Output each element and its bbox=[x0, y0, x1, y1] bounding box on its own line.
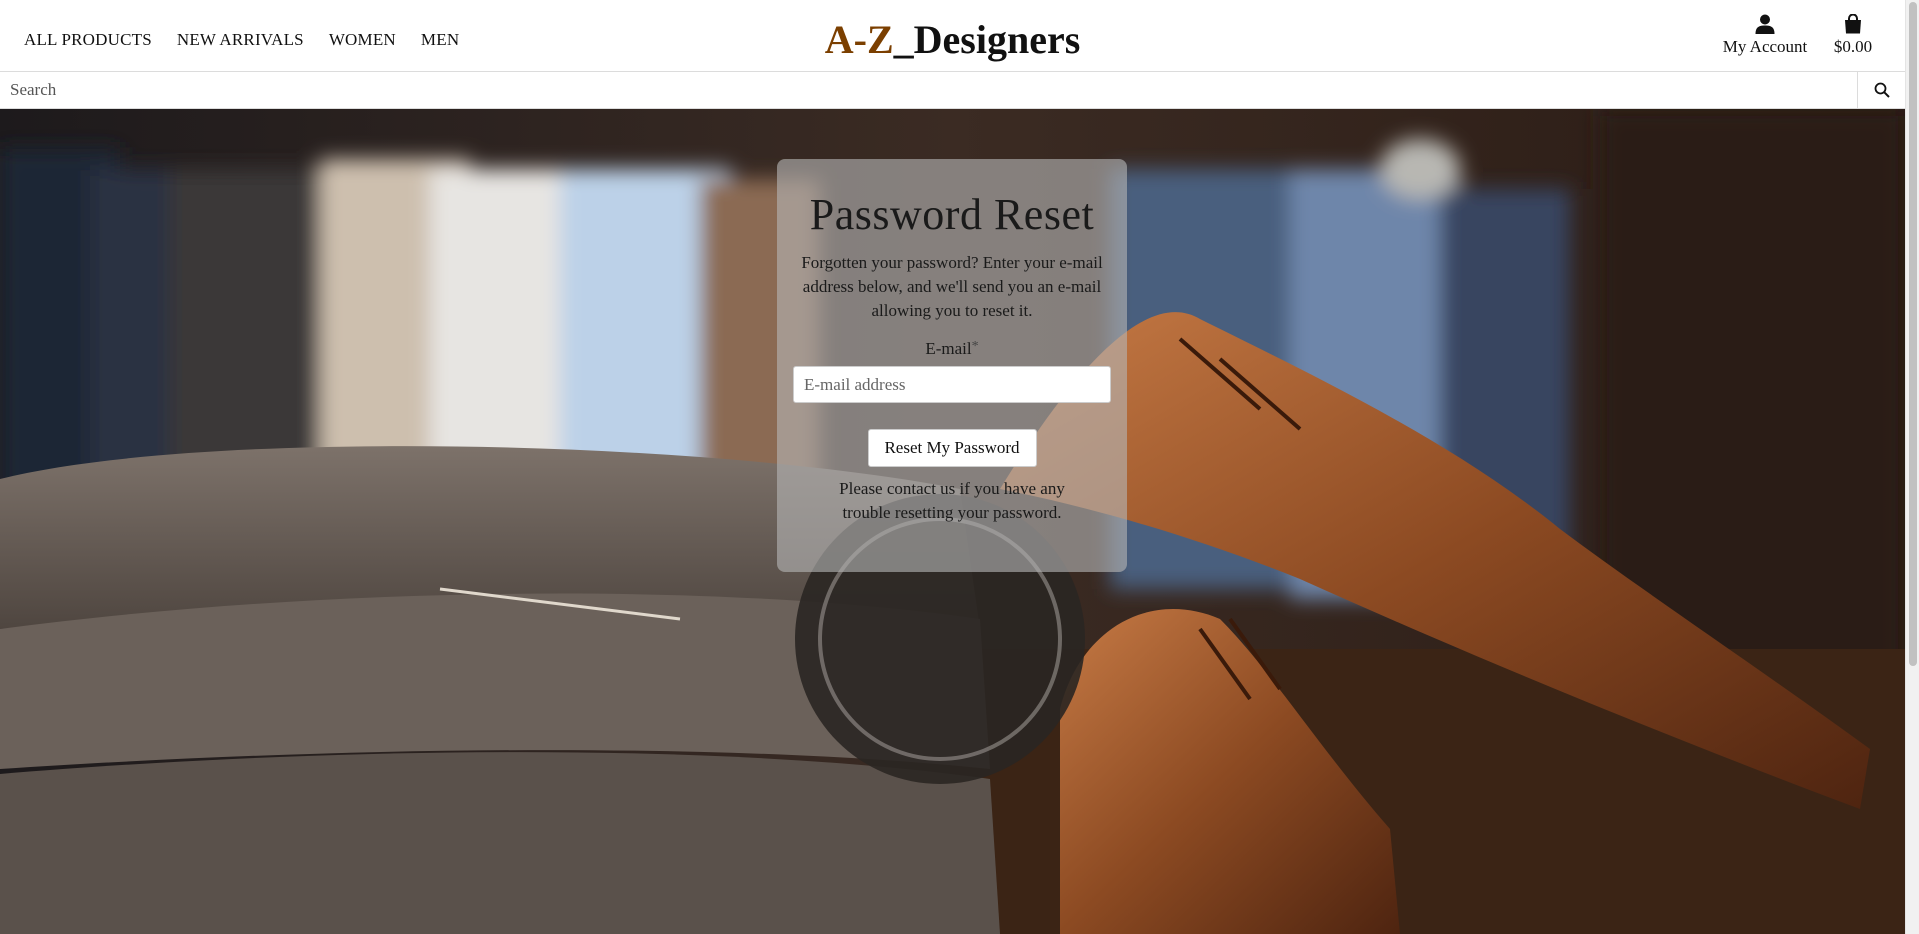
my-account-link[interactable]: My Account bbox=[1700, 14, 1830, 57]
email-label-text: E-mail bbox=[925, 339, 972, 358]
cart-link[interactable]: $0.00 bbox=[1820, 14, 1886, 57]
search-input[interactable] bbox=[0, 72, 1858, 108]
main-nav: ALL PRODUCTS NEW ARRIVALS WOMEN MEN bbox=[24, 30, 459, 50]
user-icon bbox=[1755, 14, 1775, 34]
search-button[interactable] bbox=[1858, 72, 1905, 108]
email-field[interactable] bbox=[793, 366, 1111, 403]
nav-all-products[interactable]: ALL PRODUCTS bbox=[24, 30, 152, 50]
logo-part-az[interactable]: A-Z bbox=[825, 17, 894, 62]
logo-part-designers[interactable]: _Designers bbox=[894, 17, 1081, 62]
password-reset-card: Password Reset Forgotten your password? … bbox=[777, 159, 1127, 572]
cart-total: $0.00 bbox=[1833, 37, 1873, 56]
site-header: ALL PRODUCTS NEW ARRIVALS WOMEN MEN A-Z_… bbox=[0, 0, 1905, 71]
page-scrollbar[interactable] bbox=[1905, 0, 1919, 934]
reset-instructions: Forgotten your password? Enter your e-ma… bbox=[801, 253, 1103, 320]
shopping-bag-icon bbox=[1845, 14, 1861, 34]
nav-new-arrivals[interactable]: NEW ARRIVALS bbox=[177, 30, 304, 50]
page-title: Password Reset bbox=[809, 190, 1095, 239]
my-account-label: My Account bbox=[1722, 37, 1808, 56]
search-icon bbox=[1874, 82, 1890, 98]
reset-password-button[interactable]: Reset My Password bbox=[867, 429, 1037, 467]
scrollbar-thumb[interactable] bbox=[1909, 2, 1917, 666]
nav-women[interactable]: WOMEN bbox=[329, 30, 396, 50]
email-label: E-mail* bbox=[777, 339, 1127, 359]
contact-help-text: Please contact us if you have any troubl… bbox=[839, 479, 1065, 522]
required-asterisk: * bbox=[971, 339, 979, 354]
search-bar bbox=[0, 71, 1905, 109]
nav-men[interactable]: MEN bbox=[421, 30, 459, 50]
